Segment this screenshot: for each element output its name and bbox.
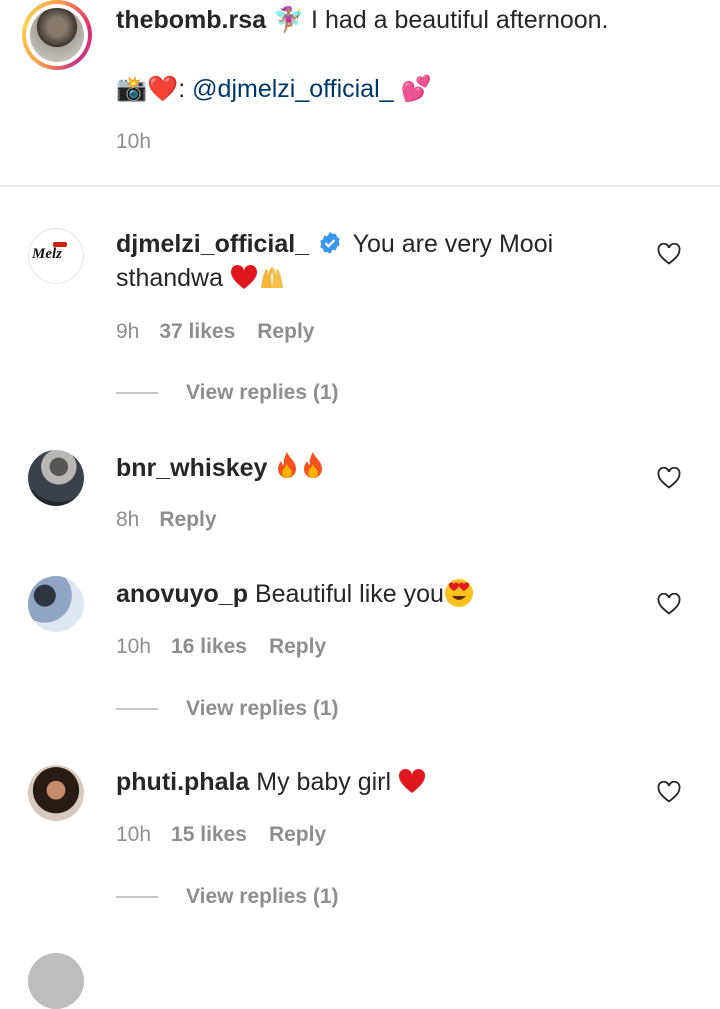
comment-likes[interactable]: 15 likes — [171, 823, 247, 846]
comment-likes[interactable]: 16 likes — [171, 635, 247, 658]
comment-avatar[interactable]: Melz — [28, 228, 84, 284]
reply-button[interactable]: Reply — [269, 823, 326, 846]
comment-body: anovuyo_p Beautiful like you — [116, 577, 474, 611]
replies-line — [116, 708, 158, 710]
like-comment-heart-icon[interactable] — [657, 593, 681, 615]
fire-emoji-icon — [304, 452, 323, 478]
post-caption: thebomb.rsa 🧚🏽‍♀️ I had a beautiful afte… — [116, 3, 696, 37]
comment-text: My baby girl — [256, 768, 392, 796]
comment-username[interactable]: bnr_whiskey — [116, 454, 267, 482]
verified-badge-icon — [320, 232, 340, 254]
comment-text-line2: sthandwa — [116, 264, 224, 292]
reply-button[interactable]: Reply — [269, 635, 326, 658]
comment-time: 10h — [116, 635, 152, 658]
comment-time: 8h — [116, 508, 140, 531]
like-comment-heart-icon[interactable] — [657, 781, 681, 803]
avatar-logo-text: Melz — [32, 246, 62, 262]
red-heart-emoji-icon — [398, 768, 426, 793]
view-replies-button[interactable]: View replies (1) — [116, 697, 339, 721]
comment-body: djmelzi_official_ You are very Mooi stha… — [116, 227, 636, 295]
comment-meta: 10h 16 likes Reply — [116, 635, 326, 659]
reply-button[interactable]: Reply — [257, 320, 314, 343]
view-replies-label: View replies (1) — [186, 885, 339, 908]
post-author-username[interactable]: thebomb.rsa — [116, 6, 266, 34]
comment-username[interactable]: phuti.phala — [116, 768, 249, 796]
post-time: 10h — [116, 130, 171, 154]
comment-time: 10h — [116, 823, 152, 846]
comment-text: You are very Mooi — [352, 230, 554, 258]
mention-link[interactable]: @djmelzi_official_ — [192, 75, 393, 103]
credit-suffix: 💕 — [393, 75, 432, 103]
comment-avatar[interactable] — [28, 765, 84, 821]
view-replies-button[interactable]: View replies (1) — [116, 381, 339, 405]
comment-likes[interactable]: 37 likes — [159, 320, 235, 343]
comment-username[interactable]: djmelzi_official_ — [116, 230, 309, 258]
comment-username[interactable]: anovuyo_p — [116, 580, 248, 608]
comment-avatar[interactable] — [28, 953, 84, 1009]
like-comment-heart-icon[interactable] — [657, 243, 681, 265]
comment-avatar[interactable] — [28, 450, 84, 506]
avatar-logo-accent — [53, 242, 67, 247]
comment-meta: 8h Reply — [116, 508, 217, 532]
fire-emoji-icon — [278, 452, 297, 478]
like-comment-heart-icon[interactable] — [657, 467, 681, 489]
raising-hands-emoji-icon — [260, 267, 283, 288]
comment-text: Beautiful like you — [254, 580, 444, 608]
view-replies-label: View replies (1) — [186, 697, 339, 720]
heart-eyes-emoji-icon — [444, 579, 473, 607]
avatar-photo — [30, 8, 84, 62]
view-replies-label: View replies (1) — [186, 381, 339, 404]
view-replies-button[interactable]: View replies (1) — [116, 885, 339, 909]
red-heart-emoji-icon — [230, 264, 258, 289]
comment-meta: 10h 15 likes Reply — [116, 823, 326, 847]
replies-line — [116, 392, 158, 394]
comment-avatar[interactable] — [28, 576, 84, 632]
replies-line — [116, 896, 158, 898]
comment-body: phuti.phala My baby girl — [116, 765, 426, 799]
post-author-avatar[interactable] — [22, 0, 92, 70]
comment-body: bnr_whiskey — [116, 451, 326, 485]
caption-divider — [0, 185, 720, 187]
reply-button[interactable]: Reply — [159, 508, 216, 531]
caption-text: 🧚🏽‍♀️ I had a beautiful afternoon. — [266, 6, 609, 34]
comment-meta: 9h 37 likes Reply — [116, 320, 314, 344]
credit-prefix: 📸❤️: — [116, 75, 193, 103]
comment-time: 9h — [116, 320, 140, 343]
post-timestamp: 10h — [116, 130, 152, 153]
caption-credit: 📸❤️: @djmelzi_official_ 💕 — [116, 72, 432, 106]
